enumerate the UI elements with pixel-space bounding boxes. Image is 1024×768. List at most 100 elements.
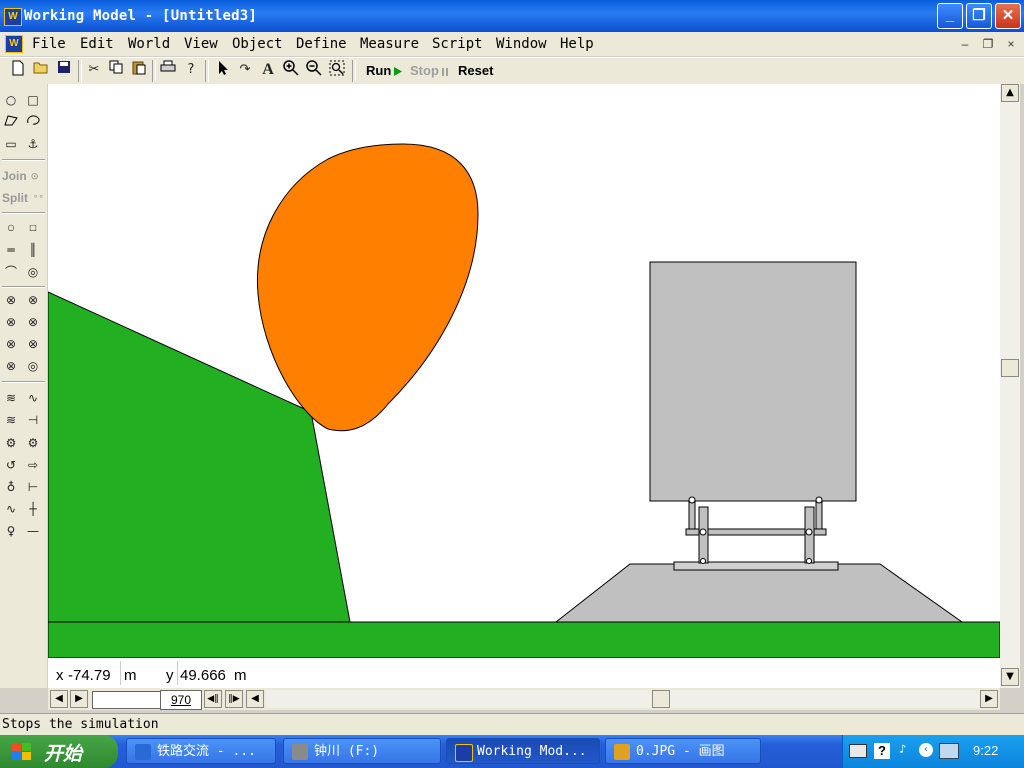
taskbar-item-working-model[interactable]: Working Mod... [446, 738, 600, 764]
split-button[interactable]: Split [2, 191, 28, 205]
tape-slider[interactable] [92, 691, 162, 709]
pulley-icon[interactable]: ⚙ [23, 433, 43, 453]
run-button[interactable]: Run [362, 61, 406, 81]
start-button[interactable]: 开始 [0, 735, 118, 768]
slot-horizontal-icon[interactable]: ═ [1, 240, 21, 260]
point-tool-icon[interactable]: ○ [1, 218, 21, 238]
app-icon[interactable]: W [4, 8, 22, 26]
rectangle-tool-icon[interactable]: □ [23, 90, 43, 110]
actuator-joint-icon[interactable]: ⊗ [1, 356, 21, 376]
scroll-left-button[interactable]: ◀ [246, 690, 264, 708]
zoom-fit-icon[interactable] [327, 60, 347, 80]
rope-icon[interactable]: ∿ [1, 499, 21, 519]
text-tool-icon[interactable]: A [258, 60, 278, 80]
title-bar[interactable]: W Working Model - [Untitled3] _ ❐ ✕ [0, 0, 1024, 32]
keyed-slot-joint-icon[interactable]: ⊗ [23, 312, 43, 332]
x-coord-field[interactable]: -74.79 [66, 661, 121, 685]
menu-measure[interactable]: Measure [360, 36, 419, 52]
rigid-joint-icon[interactable]: ⊗ [23, 290, 43, 310]
motor-icon[interactable]: ♁ [1, 477, 21, 497]
rounded-rect-tool-icon[interactable]: ▭ [1, 134, 21, 154]
damper-icon[interactable]: ⊣ [23, 410, 43, 430]
minimize-button[interactable]: _ [937, 3, 963, 29]
gear-icon[interactable]: ⚙ [1, 433, 21, 453]
vertical-scrollbar[interactable]: ▲ ▼ [1000, 84, 1020, 688]
maximize-button[interactable]: ❐ [966, 3, 992, 29]
menu-edit[interactable]: Edit [80, 36, 114, 52]
menu-object[interactable]: Object [232, 36, 283, 52]
curved-slot-icon[interactable]: ⌒ [1, 262, 21, 282]
simulation-canvas[interactable] [48, 84, 1000, 658]
taskbar-item-drive[interactable]: 钟川 (F:) [283, 738, 441, 764]
rotational-spring-icon[interactable]: ♀ [1, 521, 21, 541]
play-forward-button[interactable]: ▶ [70, 690, 88, 708]
menu-script[interactable]: Script [432, 36, 483, 52]
zoom-in-icon[interactable] [281, 60, 301, 80]
stop-button[interactable]: Stop [406, 61, 452, 81]
scroll-down-button[interactable]: ▼ [1001, 668, 1019, 686]
square-point-tool-icon[interactable]: □ [23, 218, 43, 238]
frame-counter[interactable]: 970 [160, 690, 202, 710]
closed-curve-joint-icon[interactable]: ◎ [23, 356, 43, 376]
reset-button[interactable]: Reset [458, 63, 493, 78]
join-button[interactable]: Join [2, 169, 27, 183]
mdi-minimize-button[interactable]: – [957, 37, 973, 51]
anchor-icon[interactable]: ⚓ [23, 134, 43, 154]
print-icon[interactable] [158, 60, 178, 80]
cut-icon[interactable]: ✂ [84, 60, 104, 80]
save-icon[interactable] [54, 60, 74, 80]
volume-icon[interactable]: ♪ [899, 742, 906, 756]
step-back-button[interactable]: ◀‖ [204, 690, 222, 708]
menu-world[interactable]: World [128, 36, 170, 52]
play-back-button[interactable]: ◀ [50, 690, 68, 708]
curved-body-tool-icon[interactable] [23, 112, 43, 132]
separator-icon[interactable]: ┼ [23, 499, 43, 519]
menu-file[interactable]: File [32, 36, 66, 52]
mdi-restore-button[interactable]: ❐ [980, 37, 996, 51]
menu-view[interactable]: View [184, 36, 218, 52]
help-icon[interactable]: ? [874, 743, 890, 759]
rotate-icon[interactable]: ↷ [235, 60, 255, 80]
actuator-icon[interactable]: ⊢ [23, 477, 43, 497]
clock[interactable]: 9:22 [973, 743, 998, 758]
spring-icon[interactable]: ∿ [23, 388, 43, 408]
rod-icon[interactable]: — [23, 521, 43, 541]
scroll-up-button[interactable]: ▲ [1001, 84, 1019, 102]
y-coord-field[interactable]: 49.666 [177, 661, 232, 685]
arrow-select-icon[interactable] [214, 60, 234, 80]
show-hidden-icons-icon[interactable]: ‹ [919, 743, 933, 757]
spring-damper-icon[interactable]: ≋ [1, 410, 21, 430]
keyboard-icon[interactable] [849, 744, 867, 758]
horizontal-scroll-track[interactable] [266, 690, 980, 708]
pin-joint-icon[interactable]: ⊗ [1, 290, 21, 310]
torque-icon[interactable]: ↺ [1, 455, 21, 475]
network-icon[interactable] [939, 743, 959, 759]
zoom-out-icon[interactable] [304, 60, 324, 80]
menu-help[interactable]: Help [560, 36, 594, 52]
taskbar-item-railway[interactable]: 铁路交流 - ... [126, 738, 276, 764]
taskbar-item-paint[interactable]: 0.JPG - 画图 [605, 738, 761, 764]
close-button[interactable]: ✕ [995, 3, 1021, 29]
force-arrow-icon[interactable]: ⇨ [23, 455, 43, 475]
new-file-icon[interactable] [8, 60, 28, 80]
help-pointer-icon[interactable]: ? [181, 60, 201, 80]
keyed-curved-joint-icon[interactable]: ⊗ [23, 334, 43, 354]
scroll-right-button[interactable]: ▶ [980, 690, 998, 708]
document-icon[interactable]: W [5, 35, 23, 53]
closed-slot-icon[interactable]: ◎ [23, 262, 43, 282]
world-view[interactable] [48, 84, 1000, 658]
copy-icon[interactable] [106, 60, 126, 80]
curved-slot-joint-icon[interactable]: ⊗ [1, 334, 21, 354]
mdi-close-button[interactable]: × [1003, 37, 1019, 51]
step-forward-button[interactable]: ‖▶ [225, 690, 243, 708]
paste-icon[interactable] [129, 60, 149, 80]
menu-window[interactable]: Window [496, 36, 547, 52]
slot-vertical-icon[interactable]: ║ [23, 240, 43, 260]
polygon-tool-icon[interactable] [1, 112, 21, 132]
rod-spring-icon[interactable]: ≋ [1, 388, 21, 408]
horizontal-scroll-thumb[interactable] [652, 690, 670, 708]
open-folder-icon[interactable] [31, 60, 51, 80]
vertical-scroll-thumb[interactable] [1001, 359, 1019, 377]
circle-tool-icon[interactable]: ○ [1, 90, 21, 110]
menu-define[interactable]: Define [296, 36, 347, 52]
